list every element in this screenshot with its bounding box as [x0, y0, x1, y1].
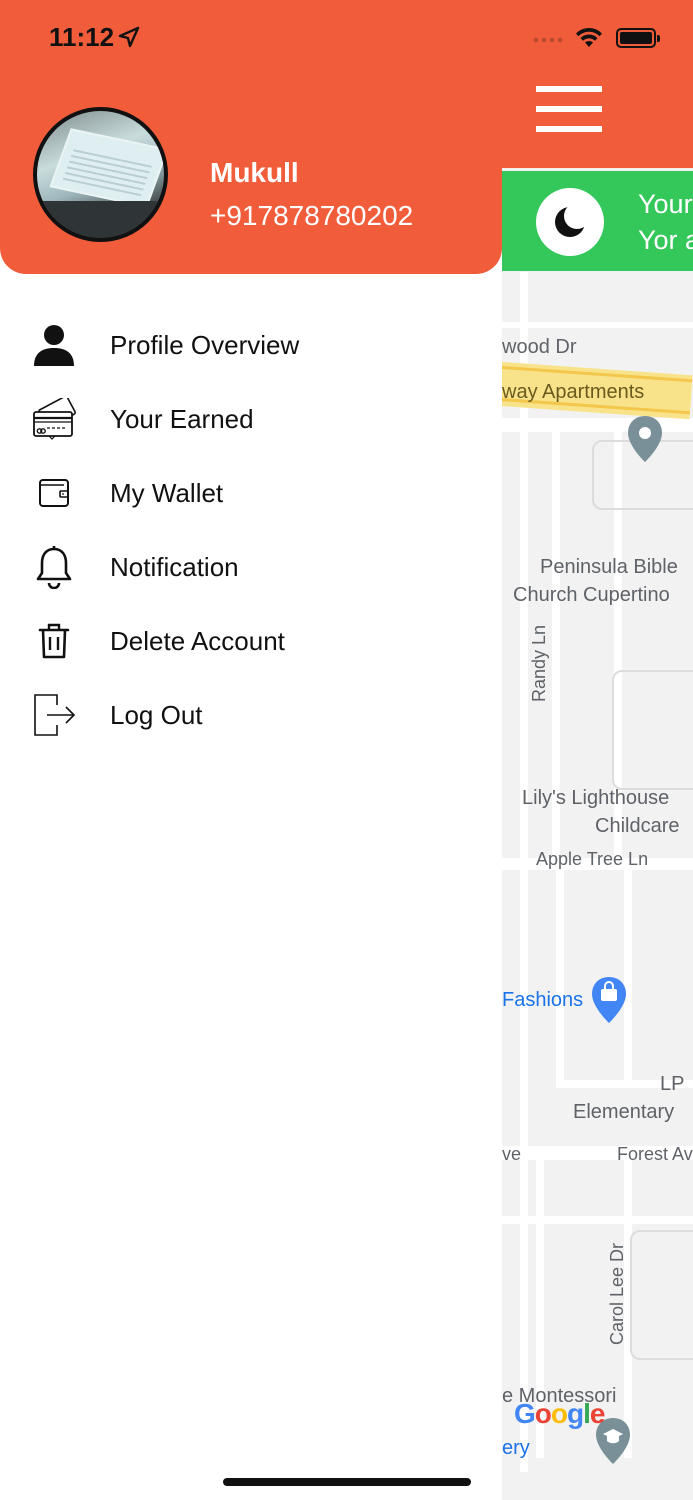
person-icon — [30, 321, 78, 369]
moon-icon — [536, 188, 604, 256]
map-label-elementary: Elementary — [573, 1101, 675, 1123]
menu-item-delete-account[interactable]: Delete Account — [0, 604, 502, 678]
hamburger-menu-button[interactable] — [536, 86, 602, 132]
map-road — [502, 418, 693, 432]
map-block — [630, 1230, 693, 1360]
wifi-icon — [576, 27, 602, 47]
home-indicator[interactable] — [223, 1478, 471, 1486]
logout-icon — [30, 691, 78, 739]
map-label-street: wood Dr — [502, 336, 577, 358]
menu-item-label: Notification — [110, 551, 239, 582]
menu-item-label: Log Out — [110, 699, 203, 730]
drawer-header: 11:12 Mukull +917878780202 — [0, 0, 502, 274]
menu-item-my-wallet[interactable]: My Wallet — [0, 456, 502, 530]
map-label-fashions: Fashions — [502, 989, 584, 1011]
drawer-menu: Profile Overview Your Earned My Wallet N… — [0, 308, 502, 752]
highway-edge — [502, 365, 693, 383]
map-label-church-line2: Church Cupertino — [513, 584, 670, 606]
map-label-lp: LP — [660, 1073, 685, 1095]
map-label-ve: ve — [502, 1144, 522, 1164]
status-banner[interactable]: Your Yor a — [502, 171, 693, 271]
menu-item-label: Profile Overview — [110, 329, 300, 360]
menu-item-log-out[interactable]: Log Out — [0, 678, 502, 752]
side-drawer: 11:12 Mukull +917878780202 Profile Overv… — [0, 0, 502, 1500]
map-block — [612, 670, 693, 790]
map-road — [520, 272, 528, 1472]
status-time: 11:12 — [49, 22, 115, 52]
map-label-forest-ave: Forest Av — [617, 1144, 693, 1164]
map-label-church-line1: Peninsula Bible — [540, 556, 678, 578]
map-road — [502, 1216, 693, 1224]
map-header — [502, 0, 693, 168]
status-bar-right — [532, 24, 692, 54]
avatar[interactable] — [33, 107, 168, 242]
menu-item-label: My Wallet — [110, 477, 224, 508]
map-road — [502, 322, 693, 328]
user-name: Mukull — [210, 157, 299, 188]
bell-icon — [30, 543, 78, 591]
location-arrow-icon — [118, 26, 140, 48]
map-label-lighthouse-line1: Lily's Lighthouse — [522, 787, 670, 809]
map-label-carol-lee-dr: Carol Lee Dr — [607, 1242, 627, 1345]
menu-item-label: Your Earned — [110, 403, 254, 434]
cellular-signal-icon — [532, 37, 564, 43]
shopping-bag-pin-icon[interactable] — [590, 975, 628, 1025]
menu-item-label: Delete Account — [110, 625, 285, 656]
banner-text-line2: Yor a — [638, 225, 693, 255]
menu-item-notification[interactable]: Notification — [0, 530, 502, 604]
trash-icon — [30, 617, 78, 665]
map-label-apartments: way Apartments — [502, 381, 645, 403]
map-label-randy-ln: Randy Ln — [529, 624, 549, 702]
map-label-apple-tree-ln: Apple Tree Ln — [536, 849, 649, 869]
location-pin-icon[interactable] — [626, 414, 664, 464]
menu-item-profile-overview[interactable]: Profile Overview — [0, 308, 502, 382]
credit-card-icon — [30, 395, 78, 443]
map-road — [556, 868, 564, 1088]
map-label-ery: ery — [502, 1437, 530, 1459]
wallet-icon — [30, 469, 78, 517]
google-logo: Google — [514, 1398, 605, 1429]
map-view[interactable]: wood Dr way Apartments Peninsula Bible C… — [502, 0, 693, 1500]
menu-item-your-earned[interactable]: Your Earned — [0, 382, 502, 456]
banner-text-line1: Your — [638, 189, 693, 219]
map-label-lighthouse-line2: Childcare — [595, 815, 680, 837]
battery-icon — [616, 28, 660, 48]
user-phone: +917878780202 — [210, 200, 414, 231]
